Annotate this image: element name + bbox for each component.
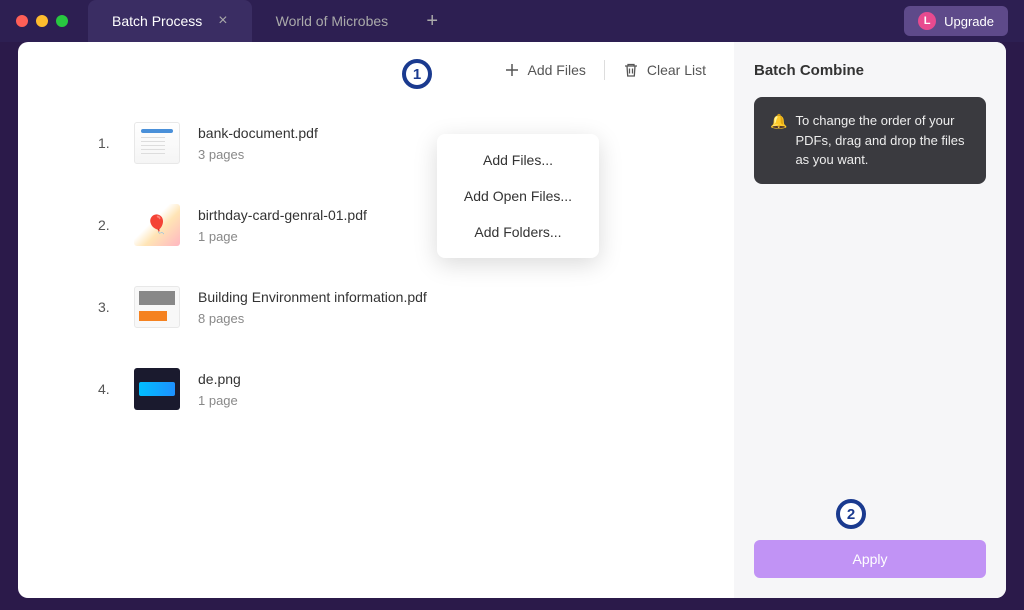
clear-list-button[interactable]: Clear List <box>623 62 706 78</box>
file-info: Building Environment information.pdf 8 p… <box>198 289 427 326</box>
file-thumbnail <box>134 122 180 164</box>
add-tab-button[interactable]: + <box>412 0 452 42</box>
content-area: Add Files Clear List 1. bank-document.pd… <box>18 42 734 598</box>
file-name: de.png <box>198 371 241 387</box>
window-controls <box>16 15 68 27</box>
file-info: birthday-card-genral-01.pdf 1 page <box>198 207 367 244</box>
apply-button[interactable]: Apply <box>754 540 986 578</box>
sidebar-title: Batch Combine <box>754 62 986 79</box>
tip-box: 🔔 To change the order of your PDFs, drag… <box>754 97 986 184</box>
file-list: 1. bank-document.pdf 3 pages 2. birthday… <box>18 92 734 440</box>
file-item[interactable]: 1. bank-document.pdf 3 pages <box>48 102 704 184</box>
add-files-button[interactable]: Add Files <box>504 62 586 78</box>
file-item[interactable]: 2. birthday-card-genral-01.pdf 1 page <box>48 184 704 266</box>
file-pages: 1 page <box>198 229 367 244</box>
close-window-button[interactable] <box>16 15 28 27</box>
dropdown-add-files[interactable]: Add Files... <box>437 142 599 178</box>
add-files-dropdown: Add Files... Add Open Files... Add Folde… <box>437 134 599 258</box>
file-index: 3. <box>98 299 116 315</box>
file-pages: 3 pages <box>198 147 318 162</box>
file-info: bank-document.pdf 3 pages <box>198 125 318 162</box>
file-name: birthday-card-genral-01.pdf <box>198 207 367 223</box>
tab-batch-process[interactable]: Batch Process × <box>88 0 252 42</box>
file-item[interactable]: 3. Building Environment information.pdf … <box>48 266 704 348</box>
bell-icon: 🔔 <box>770 111 787 132</box>
user-avatar: L <box>918 12 936 30</box>
annotation-badge-2: 2 <box>836 499 866 529</box>
file-index: 4. <box>98 381 116 397</box>
file-thumbnail <box>134 368 180 410</box>
file-name: bank-document.pdf <box>198 125 318 141</box>
upgrade-button[interactable]: L Upgrade <box>904 6 1008 36</box>
tab-label: World of Microbes <box>276 13 389 29</box>
file-pages: 1 page <box>198 393 241 408</box>
add-files-label: Add Files <box>528 62 586 78</box>
tab-label: Batch Process <box>112 13 202 29</box>
sidebar: Batch Combine 🔔 To change the order of y… <box>734 42 1006 598</box>
maximize-window-button[interactable] <box>56 15 68 27</box>
clear-list-label: Clear List <box>647 62 706 78</box>
tip-text: To change the order of your PDFs, drag a… <box>795 111 970 170</box>
file-item[interactable]: 4. de.png 1 page <box>48 348 704 430</box>
tab-world-of-microbes[interactable]: World of Microbes <box>252 0 413 42</box>
toolbar: Add Files Clear List <box>18 42 734 92</box>
file-index: 1. <box>98 135 116 151</box>
file-pages: 8 pages <box>198 311 427 326</box>
title-bar: Batch Process × World of Microbes + L Up… <box>0 0 1024 42</box>
tab-strip: Batch Process × World of Microbes + <box>88 0 904 42</box>
close-tab-icon[interactable]: × <box>218 12 227 30</box>
minimize-window-button[interactable] <box>36 15 48 27</box>
file-index: 2. <box>98 217 116 233</box>
file-name: Building Environment information.pdf <box>198 289 427 305</box>
file-thumbnail <box>134 286 180 328</box>
toolbar-divider <box>604 60 605 80</box>
trash-icon <box>623 62 639 78</box>
dropdown-add-open-files[interactable]: Add Open Files... <box>437 178 599 214</box>
dropdown-add-folders[interactable]: Add Folders... <box>437 214 599 250</box>
file-thumbnail <box>134 204 180 246</box>
annotation-badge-1: 1 <box>402 59 432 89</box>
plus-icon <box>504 62 520 78</box>
upgrade-label: Upgrade <box>944 14 994 29</box>
file-info: de.png 1 page <box>198 371 241 408</box>
sidebar-spacer <box>754 184 986 541</box>
